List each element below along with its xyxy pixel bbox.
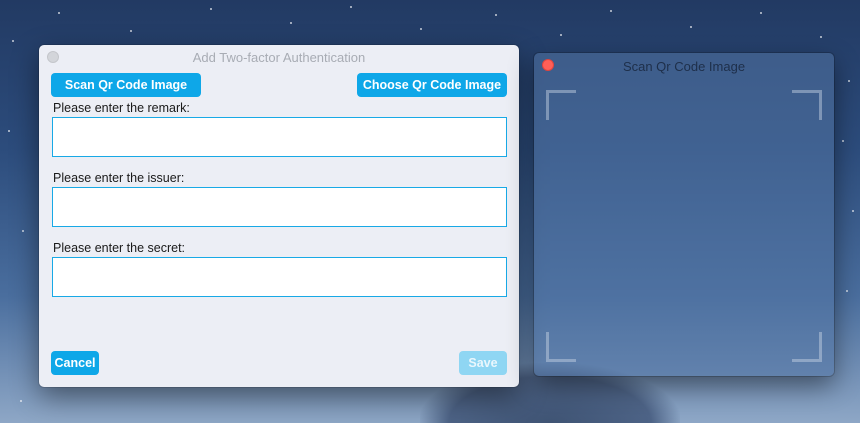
remark-label: Please enter the remark: xyxy=(53,101,190,115)
scan-qr-button[interactable]: Scan Qr Code Image xyxy=(51,73,201,97)
issuer-input[interactable] xyxy=(52,187,507,227)
scan-qr-window: Scan Qr Code Image xyxy=(534,53,834,376)
secret-input[interactable] xyxy=(52,257,507,297)
scan-frame-corner-icon xyxy=(792,332,822,362)
scan-frame-corner-icon xyxy=(546,332,576,362)
scan-window-title: Scan Qr Code Image xyxy=(622,59,746,74)
save-button[interactable]: Save xyxy=(459,351,507,375)
remark-input[interactable] xyxy=(52,117,507,157)
cancel-button[interactable]: Cancel xyxy=(51,351,99,375)
window-title: Add Two-factor Authentication xyxy=(192,50,366,65)
scan-frame-corner-icon xyxy=(546,90,576,120)
main-titlebar[interactable]: Add Two-factor Authentication xyxy=(39,45,519,69)
secret-label: Please enter the secret: xyxy=(53,241,186,255)
choose-qr-button[interactable]: Choose Qr Code Image xyxy=(357,73,507,97)
add-2fa-window: Add Two-factor Authentication Scan Qr Co… xyxy=(39,45,519,387)
scan-frame-corner-icon xyxy=(792,90,822,120)
issuer-label: Please enter the issuer: xyxy=(53,171,185,185)
